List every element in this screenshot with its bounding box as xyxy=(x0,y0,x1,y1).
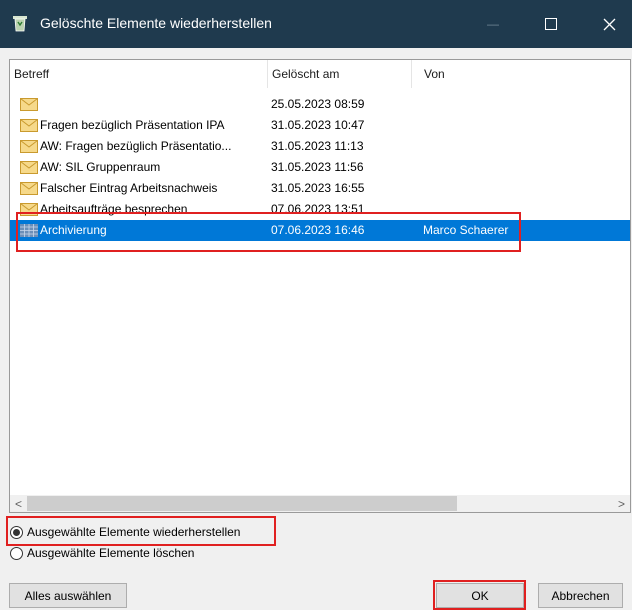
column-header-subject[interactable]: Betreff xyxy=(10,60,267,88)
maximize-button[interactable] xyxy=(528,0,574,48)
column-header-from[interactable]: Von xyxy=(420,60,540,88)
item-deleted-date: 07.06.2023 13:51 xyxy=(271,202,365,216)
item-subject: Archivierung xyxy=(40,223,107,237)
item-subject: Arbeitsaufträge besprechen xyxy=(40,202,188,216)
cancel-button[interactable]: Abbrechen xyxy=(538,583,623,608)
column-header-deleted[interactable]: Gelöscht am xyxy=(268,60,411,88)
option-restore[interactable]: Ausgewählte Elemente wiederherstellen xyxy=(10,522,240,542)
select-all-button[interactable]: Alles auswählen xyxy=(9,583,127,608)
list-item[interactable]: AW: Fragen bezüglich Präsentatio... 31.0… xyxy=(10,136,630,157)
scrollbar-thumb[interactable] xyxy=(27,496,457,511)
item-deleted-date: 07.06.2023 16:46 xyxy=(271,223,365,237)
option-restore-label: Ausgewählte Elemente wiederherstellen xyxy=(27,525,241,539)
item-subject: AW: Fragen bezüglich Präsentatio... xyxy=(40,139,232,153)
item-from xyxy=(423,136,543,157)
option-delete[interactable]: Ausgewählte Elemente löschen xyxy=(10,543,194,563)
grid-icon xyxy=(20,224,38,237)
column-divider[interactable] xyxy=(411,60,412,88)
envelope-icon xyxy=(20,98,38,111)
deleted-items-list[interactable]: Betreff Gelöscht am Von 25.05.2023 08:59… xyxy=(9,59,631,513)
item-subject xyxy=(40,94,268,115)
item-deleted-date: 31.05.2023 10:47 xyxy=(271,118,365,132)
envelope-icon xyxy=(20,140,38,153)
item-from xyxy=(423,94,543,115)
recycle-bin-icon xyxy=(13,16,27,32)
option-delete-label: Ausgewählte Elemente löschen xyxy=(27,546,195,560)
close-icon xyxy=(603,18,615,30)
list-item-selected[interactable]: Archivierung 07.06.2023 16:46 Marco Scha… xyxy=(10,220,630,241)
title-bar: Gelöschte Elemente wiederherstellen — xyxy=(0,0,632,48)
item-deleted-date: 25.05.2023 08:59 xyxy=(271,97,365,111)
item-subject: Fragen bezüglich Präsentation IPA xyxy=(40,118,225,132)
envelope-icon xyxy=(20,182,38,195)
list-item[interactable]: Fragen bezüglich Präsentation IPA 31.05.… xyxy=(10,115,630,136)
horizontal-scrollbar[interactable]: < > xyxy=(10,495,630,512)
item-from xyxy=(423,115,543,136)
close-button[interactable] xyxy=(586,0,632,48)
window-title: Gelöschte Elemente wiederherstellen xyxy=(40,15,272,31)
list-header: Betreff Gelöscht am Von xyxy=(10,60,630,88)
item-from xyxy=(423,199,543,220)
minimize-button[interactable]: — xyxy=(470,0,516,48)
scroll-right-button[interactable]: > xyxy=(613,495,630,512)
envelope-icon xyxy=(20,119,38,132)
radio-button-checked[interactable] xyxy=(10,525,23,539)
item-subject: AW: SIL Gruppenraum xyxy=(40,160,161,174)
item-deleted-date: 31.05.2023 11:13 xyxy=(271,139,364,153)
scroll-left-button[interactable]: < xyxy=(10,495,27,512)
envelope-icon xyxy=(20,161,38,174)
list-item[interactable]: AW: SIL Gruppenraum 31.05.2023 11:56 xyxy=(10,157,630,178)
envelope-icon xyxy=(20,203,38,216)
radio-button-unchecked[interactable] xyxy=(10,546,23,560)
item-subject: Falscher Eintrag Arbeitsnachweis xyxy=(40,181,218,195)
item-from: Marco Schaerer xyxy=(423,223,509,237)
item-from xyxy=(423,157,543,178)
list-item[interactable]: Falscher Eintrag Arbeitsnachweis 31.05.2… xyxy=(10,178,630,199)
ok-button[interactable]: OK xyxy=(436,583,524,608)
item-from xyxy=(423,178,543,199)
maximize-icon xyxy=(545,18,557,30)
item-deleted-date: 31.05.2023 11:56 xyxy=(271,160,364,174)
item-deleted-date: 31.05.2023 16:55 xyxy=(271,181,365,195)
list-item[interactable]: Arbeitsaufträge besprechen 07.06.2023 13… xyxy=(10,199,630,220)
list-item[interactable]: 25.05.2023 08:59 xyxy=(10,94,630,115)
